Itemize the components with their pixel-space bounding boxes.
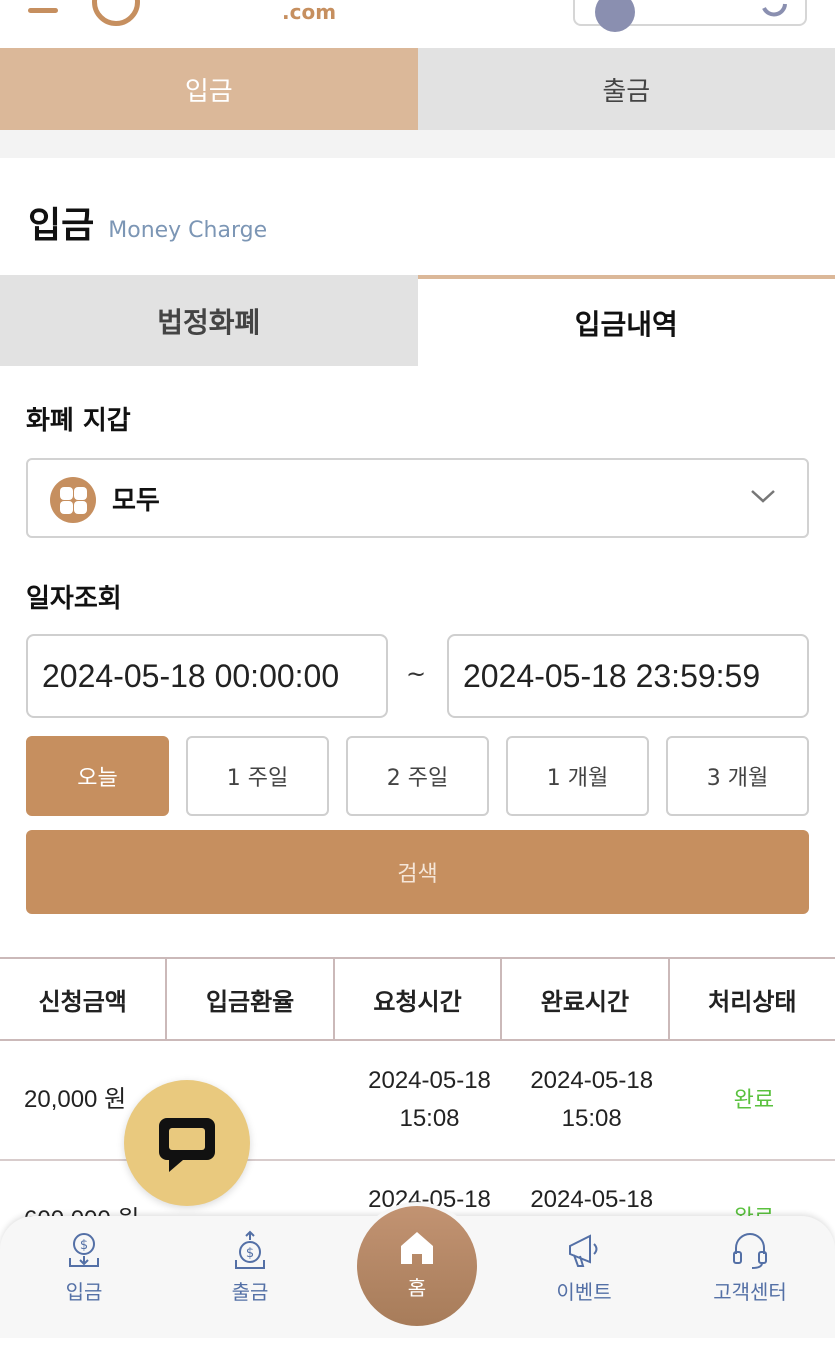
- section-divider: [0, 130, 835, 158]
- date-filter-label: 일자조회: [26, 584, 122, 614]
- sub-tabs: 법정화폐 입금내역: [0, 275, 835, 366]
- nav-deposit[interactable]: $ 입금: [24, 1230, 144, 1305]
- top-header: .com: [0, 0, 835, 48]
- site-logo[interactable]: .com: [92, 0, 336, 28]
- period-3month-button[interactable]: 3 개월: [666, 736, 809, 816]
- complete-time-cell: 2024-05-18 15:08: [511, 1041, 673, 1159]
- end-date-input[interactable]: 2024-05-18 23:59:59: [447, 634, 809, 718]
- chat-bubble-icon: [159, 1118, 215, 1172]
- request-time-cell: 2024-05-18 15:08: [348, 1041, 510, 1159]
- menu-icon[interactable]: [28, 8, 58, 13]
- page: .com 입금 출금 입금 Money Charge 법정화폐 입금내역 화폐 …: [0, 0, 835, 1346]
- main-tabs: 입금 출금: [0, 48, 835, 130]
- tab-withdraw[interactable]: 출금: [417, 48, 835, 130]
- col-request-time: 요청시간: [335, 959, 503, 1039]
- svg-text:$: $: [246, 1246, 254, 1261]
- col-complete-time: 완료시간: [502, 959, 670, 1039]
- wallet-select-label: 화폐 지갑: [26, 406, 131, 436]
- deposit-icon: $: [69, 1233, 99, 1267]
- wallet-select-value: 모두: [112, 486, 160, 516]
- complete-date: 2024-05-18: [530, 1067, 654, 1094]
- nav-event[interactable]: 이벤트: [524, 1230, 644, 1305]
- nav-withdraw[interactable]: $ 출금: [190, 1230, 310, 1305]
- period-1month-button[interactable]: 1 개월: [506, 736, 649, 816]
- withdraw-icon: $: [235, 1230, 265, 1269]
- refresh-icon[interactable]: [757, 0, 791, 18]
- nav-home-label: 홈: [407, 1276, 427, 1300]
- period-2week-button[interactable]: 2 주일: [346, 736, 489, 816]
- logo-domain: .com: [282, 0, 337, 24]
- wallet-select[interactable]: 모두: [26, 458, 809, 538]
- period-today-button[interactable]: 오늘: [26, 736, 169, 816]
- request-date: 2024-05-18: [368, 1067, 491, 1094]
- col-status: 처리상태: [708, 987, 797, 1016]
- search-button[interactable]: 검색: [26, 830, 809, 914]
- nav-event-label: 이벤트: [556, 1280, 612, 1304]
- headset-icon: [733, 1233, 767, 1269]
- status-badge: 완료: [733, 1087, 775, 1112]
- col-amount: 신청금액: [0, 959, 168, 1039]
- nav-withdraw-label: 출금: [231, 1280, 269, 1304]
- nav-support-label: 고객센터: [713, 1280, 787, 1304]
- page-title: 입금: [28, 205, 95, 246]
- bottom-strip: [0, 1338, 835, 1346]
- chevron-down-icon: [751, 490, 775, 503]
- start-date-input[interactable]: 2024-05-18 00:00:00: [26, 634, 388, 718]
- home-icon: [401, 1232, 433, 1264]
- all-wallets-icon: [50, 477, 96, 523]
- wallet-icon: [595, 0, 635, 32]
- tab-fiat[interactable]: 법정화폐: [0, 275, 418, 366]
- request-clock: 15:08: [399, 1105, 460, 1132]
- col-rate: 입금환율: [167, 959, 335, 1039]
- tab-deposit-history[interactable]: 입금내역: [417, 275, 835, 366]
- period-1week-button[interactable]: 1 주일: [186, 736, 329, 816]
- page-subtitle: Money Charge: [108, 218, 268, 243]
- nav-support[interactable]: 고객센터: [690, 1230, 810, 1305]
- tab-deposit[interactable]: 입금: [0, 48, 418, 130]
- logo-chip-icon: [92, 0, 140, 26]
- section-title: 입금 Money Charge: [28, 196, 267, 248]
- date-separator: ~: [406, 660, 427, 688]
- nav-home[interactable]: 홈: [353, 1202, 481, 1330]
- megaphone-icon: [569, 1234, 598, 1267]
- nav-deposit-label: 입금: [65, 1280, 103, 1304]
- svg-text:$: $: [80, 1238, 88, 1253]
- wallet-balance-box[interactable]: [573, 0, 807, 32]
- chat-button[interactable]: [124, 1080, 250, 1206]
- complete-clock: 15:08: [561, 1105, 622, 1132]
- table-header: 신청금액 입금환율 요청시간 완료시간 처리상태: [0, 957, 835, 1041]
